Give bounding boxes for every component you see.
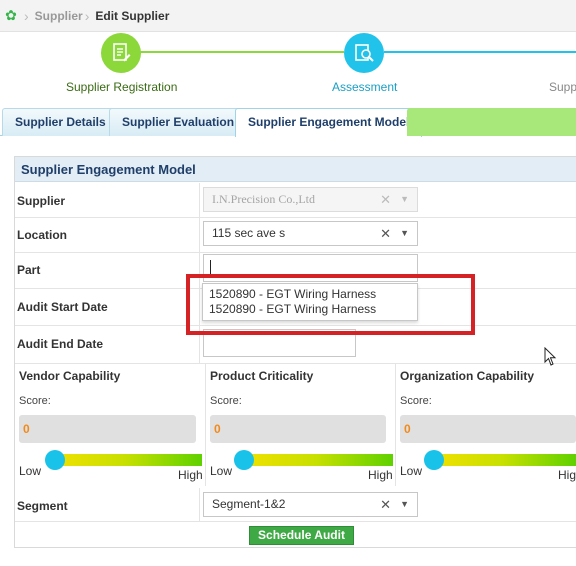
mouse-cursor-icon xyxy=(544,347,557,366)
low-label: Low xyxy=(400,464,423,478)
product-criticality-section: Product Criticality Score: 0 Low High xyxy=(206,364,396,486)
segment-value: Segment-1&2 xyxy=(212,497,286,511)
product-criticality-slider-handle[interactable] xyxy=(234,450,254,470)
segment-select[interactable]: Segment-1&2 ✕ ▼ xyxy=(203,492,418,517)
step-connector xyxy=(140,51,344,53)
audit-end-label: Audit End Date xyxy=(17,337,103,351)
chevron-down-icon[interactable]: ▼ xyxy=(400,493,409,516)
organization-capability-score: 0 xyxy=(400,415,576,443)
product-criticality-score: 0 xyxy=(210,415,386,443)
organization-capability-title: Organization Capability xyxy=(400,369,535,383)
step-registration[interactable] xyxy=(101,33,141,73)
chevron-right-icon: › xyxy=(84,7,90,24)
highlight-annotation-box xyxy=(186,274,475,335)
column-divider xyxy=(199,218,200,253)
tab-supplier-evaluation[interactable]: Supplier Evaluation xyxy=(109,108,248,136)
chevron-down-icon: ▼ xyxy=(400,194,409,204)
engagement-model-panel: Supplier Engagement Model Supplier I.N.P… xyxy=(14,156,576,548)
breadcrumb-current: Edit Supplier xyxy=(95,8,170,23)
step-connector xyxy=(384,51,576,53)
organization-capability-slider-track[interactable] xyxy=(428,454,576,466)
vendor-capability-score: 0 xyxy=(19,415,196,443)
clear-icon: ✕ xyxy=(380,192,391,207)
low-label: Low xyxy=(19,464,42,478)
product-criticality-slider-track[interactable] xyxy=(238,454,393,466)
panel-title: Supplier Engagement Model xyxy=(15,157,576,182)
score-label: Score: xyxy=(400,395,432,407)
score-label: Score: xyxy=(210,395,242,407)
page: ✿ › Supplier › Edit Supplier Supplier Re… xyxy=(0,0,576,566)
column-divider xyxy=(199,183,200,218)
chevron-right-icon: › xyxy=(24,7,29,24)
organization-capability-section: Organization Capability Score: 0 Low Hig… xyxy=(396,364,576,486)
score-label: Score: xyxy=(19,395,51,407)
row-location: Location 115 sec ave s ✕ ▼ xyxy=(15,218,576,253)
product-criticality-title: Product Criticality xyxy=(210,369,314,383)
tab-supplier-details[interactable]: Supplier Details xyxy=(2,108,119,136)
clear-icon[interactable]: ✕ xyxy=(380,222,391,245)
assessment-search-icon xyxy=(355,44,374,62)
vendor-capability-slider-handle[interactable] xyxy=(45,450,65,470)
step-label-registration: Supplier Registration xyxy=(66,80,178,94)
step-label-supplier: Supp xyxy=(549,80,576,94)
progress-stepper: Supplier Registration Assessment Supp xyxy=(0,33,576,103)
supplier-value: I.N.Precision Co.,Ltd xyxy=(212,192,315,206)
organization-capability-slider-handle[interactable] xyxy=(424,450,444,470)
location-value: 115 sec ave s xyxy=(212,226,286,240)
vendor-capability-title: Vendor Capability xyxy=(19,369,121,383)
vendor-capability-slider-track[interactable] xyxy=(47,454,202,466)
tab-supplier-engagement-model[interactable]: Supplier Engagement Model xyxy=(235,108,423,137)
row-supplier: Supplier I.N.Precision Co.,Ltd ✕ ▼ xyxy=(15,183,576,218)
registration-form-icon xyxy=(113,43,131,62)
step-assessment[interactable] xyxy=(344,33,384,73)
column-divider xyxy=(199,488,200,522)
part-label: Part xyxy=(17,263,41,277)
location-label: Location xyxy=(17,228,67,242)
low-label: Low xyxy=(210,464,233,478)
chevron-down-icon[interactable]: ▼ xyxy=(400,222,409,245)
location-select[interactable]: 115 sec ave s ✕ ▼ xyxy=(203,221,418,246)
high-label: High xyxy=(558,468,576,482)
audit-start-label: Audit Start Date xyxy=(17,300,108,314)
breadcrumb-supplier-link[interactable]: Supplier xyxy=(35,9,83,23)
tab-bar-fill xyxy=(407,108,576,136)
supplier-label: Supplier xyxy=(17,194,66,208)
clear-icon[interactable]: ✕ xyxy=(380,493,391,516)
high-label: High xyxy=(178,468,203,482)
step-label-assessment: Assessment xyxy=(332,80,398,94)
high-label: High xyxy=(368,468,393,482)
supplier-select[interactable]: I.N.Precision Co.,Ltd ✕ ▼ xyxy=(203,187,418,212)
breadcrumb: ✿ › Supplier › Edit Supplier xyxy=(0,0,576,32)
tab-bar: Supplier Details Supplier Evaluation Sup… xyxy=(0,106,576,137)
schedule-audit-button[interactable]: Schedule Audit xyxy=(249,526,354,545)
flower-icon[interactable]: ✿ xyxy=(0,0,22,32)
vendor-capability-section: Vendor Capability Score: 0 Low High xyxy=(15,364,206,486)
segment-label: Segment xyxy=(17,499,68,513)
row-segment: Segment Segment-1&2 ✕ ▼ xyxy=(15,488,576,522)
